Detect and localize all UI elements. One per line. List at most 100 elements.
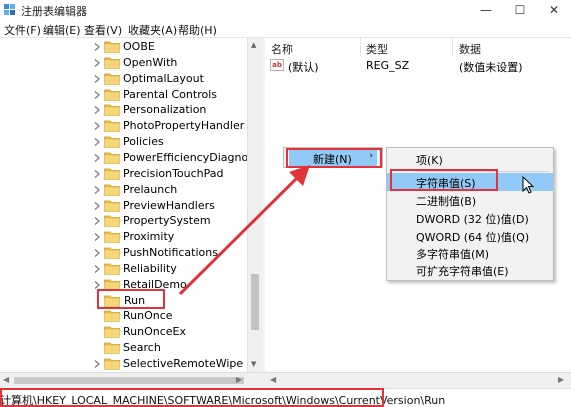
maximize-button[interactable]: ☐ <box>503 0 537 20</box>
column-divider[interactable] <box>452 38 453 56</box>
value-row[interactable]: ab (默认) REG_SZ (数值未设置) <box>265 57 571 74</box>
submenu-item-multi-string-value[interactable]: 多字符串值(M) <box>387 244 553 262</box>
column-type[interactable]: 类型 <box>366 41 388 57</box>
tree-item-label: Search <box>123 341 161 355</box>
folder-icon <box>104 136 120 148</box>
tree-item-personalization[interactable]: Personalization <box>0 102 247 118</box>
chevron-right-icon[interactable] <box>92 248 102 258</box>
tree-item-label: Policies <box>123 135 164 149</box>
chevron-right-icon[interactable] <box>92 280 102 290</box>
tree-item-label: SelectiveRemoteWipe <box>123 357 244 370</box>
tree-item-label: RunOnce <box>123 309 173 323</box>
tree-item-reliability[interactable]: Reliability <box>0 261 247 277</box>
scroll-up-icon[interactable]: ▲ <box>251 41 256 49</box>
folder-icon <box>104 311 120 323</box>
tree-item-label: Reliability <box>123 261 177 275</box>
menu-file[interactable]: 文件(F) <box>4 22 41 38</box>
menu-help[interactable]: 帮助(H) <box>178 22 217 38</box>
menu-favorites[interactable]: 收藏夹(A) <box>128 22 177 38</box>
tree-item-selectiveremotewipe[interactable]: SelectiveRemoteWipe <box>0 356 247 372</box>
scrollbar-thumb[interactable] <box>14 377 244 384</box>
tree-item-run[interactable]: Run <box>0 293 247 309</box>
folder-icon <box>104 200 120 212</box>
tree-item-label: Prelaunch <box>123 182 178 196</box>
chevron-right-icon[interactable] <box>92 185 102 195</box>
menu-item-new[interactable]: 新建(N) › <box>289 150 377 166</box>
tree-item-label: RetailDemo <box>123 277 187 291</box>
chevron-right-icon[interactable] <box>92 216 102 226</box>
submenu-item-dword-value[interactable]: DWORD (32 位)值(D) <box>387 209 553 227</box>
submenu-item-label: 多字符串值(M) <box>416 248 490 261</box>
chevron-right-icon[interactable] <box>92 58 102 68</box>
folder-icon <box>104 89 120 101</box>
tree-item-label: Personalization <box>123 103 207 117</box>
menu-view[interactable]: 查看(V) <box>84 22 122 38</box>
chevron-right-icon[interactable] <box>92 74 102 84</box>
tree-item-pushnotifications[interactable]: PushNotifications <box>0 245 247 261</box>
folder-icon <box>104 41 120 53</box>
menu-item-new-label: 新建(N) <box>313 153 352 166</box>
context-menu: 新建(N) › <box>283 147 383 168</box>
chevron-right-icon[interactable] <box>92 121 102 131</box>
chevron-right-icon[interactable] <box>92 137 102 147</box>
tree-item-powerefficiencydiagnostics[interactable]: PowerEfficiencyDiagnostics <box>0 150 247 166</box>
submenu-item-label: 二进制值(B) <box>416 195 477 208</box>
scroll-down-icon[interactable]: ▼ <box>251 360 256 368</box>
scroll-right-icon[interactable]: ▶ <box>558 375 564 384</box>
column-name[interactable]: 名称 <box>271 41 293 57</box>
submenu-item-expandable-string-value[interactable]: 可扩充字符串值(E) <box>387 261 553 279</box>
tree-item-parental-controls[interactable]: Parental Controls <box>0 87 247 103</box>
tree-item-label: PushNotifications <box>123 246 218 260</box>
chevron-right-icon[interactable] <box>92 153 102 163</box>
submenu-item-qword-value[interactable]: QWORD (64 位)值(Q) <box>387 227 553 245</box>
chevron-right-icon[interactable] <box>92 105 102 115</box>
scroll-left-icon[interactable]: ◀ <box>270 375 276 384</box>
tree-item-precisiontouchpad[interactable]: PrecisionTouchPad <box>0 166 247 182</box>
key-tree[interactable]: OOBE OpenWith OptimalLayout Parental Contro… <box>0 38 247 372</box>
tree-item-openwith[interactable]: OpenWith <box>0 55 247 71</box>
scrollbar-thumb[interactable] <box>251 274 259 330</box>
chevron-right-icon[interactable] <box>92 201 102 211</box>
tree-item-runonce[interactable]: RunOnce <box>0 308 247 324</box>
tree-item-propertysystem[interactable]: PropertySystem <box>0 213 247 229</box>
chevron-right-icon[interactable] <box>92 264 102 274</box>
tree-item-label: PrecisionTouchPad <box>123 166 224 180</box>
column-data[interactable]: 数据 <box>459 41 481 57</box>
tree-item-proximity[interactable]: Proximity <box>0 229 247 245</box>
folder-icon <box>104 104 120 117</box>
column-divider[interactable] <box>360 38 361 56</box>
submenu-item-label: 可扩充字符串值(E) <box>416 265 509 278</box>
pane-splitter[interactable] <box>262 38 265 372</box>
folder-icon <box>104 358 120 370</box>
horizontal-scrollbar[interactable]: ◀ ▶ ◀ ▶ <box>0 372 571 388</box>
scroll-right-icon[interactable]: ▶ <box>236 375 242 384</box>
tree-item-previewhandlers[interactable]: PreviewHandlers <box>0 198 247 214</box>
tree-item-retaildemo[interactable]: RetailDemo <box>0 277 247 293</box>
folder-icon <box>104 73 120 85</box>
tree-item-photopropertyhandler[interactable]: PhotoPropertyHandler <box>0 118 247 134</box>
minimize-button[interactable]: — <box>469 0 503 20</box>
submenu-item-key[interactable]: 项(K) <box>387 150 553 168</box>
submenu-item-label: 字符串值(S) <box>416 177 476 190</box>
tree-item-label: PropertySystem <box>123 214 211 228</box>
chevron-right-icon[interactable] <box>92 42 102 52</box>
folder-icon <box>104 168 120 180</box>
chevron-right-icon[interactable] <box>92 232 102 242</box>
submenu-item-label: DWORD (32 位)值(D) <box>416 213 529 226</box>
close-button[interactable]: ✕ <box>537 0 571 20</box>
tree-item-prelaunch[interactable]: Prelaunch <box>0 182 247 198</box>
scroll-left-icon[interactable]: ◀ <box>3 375 9 384</box>
tree-item-policies[interactable]: Policies <box>0 134 247 150</box>
tree-vertical-scrollbar[interactable]: ▲ ▼ <box>247 38 262 372</box>
chevron-right-icon[interactable] <box>92 90 102 100</box>
tree-item-search[interactable]: Search <box>0 340 247 356</box>
folder-icon <box>104 247 120 259</box>
tree-item-oobe[interactable]: OOBE <box>0 39 247 55</box>
value-name: (默认) <box>288 61 319 74</box>
tree-item-optimallayout[interactable]: OptimalLayout <box>0 71 247 87</box>
tree-item-runonceex[interactable]: RunOnceEx <box>0 324 247 340</box>
folder-icon <box>104 184 120 196</box>
chevron-right-icon[interactable] <box>92 359 102 369</box>
menu-edit[interactable]: 编辑(E) <box>43 22 81 38</box>
chevron-right-icon[interactable] <box>92 169 102 179</box>
